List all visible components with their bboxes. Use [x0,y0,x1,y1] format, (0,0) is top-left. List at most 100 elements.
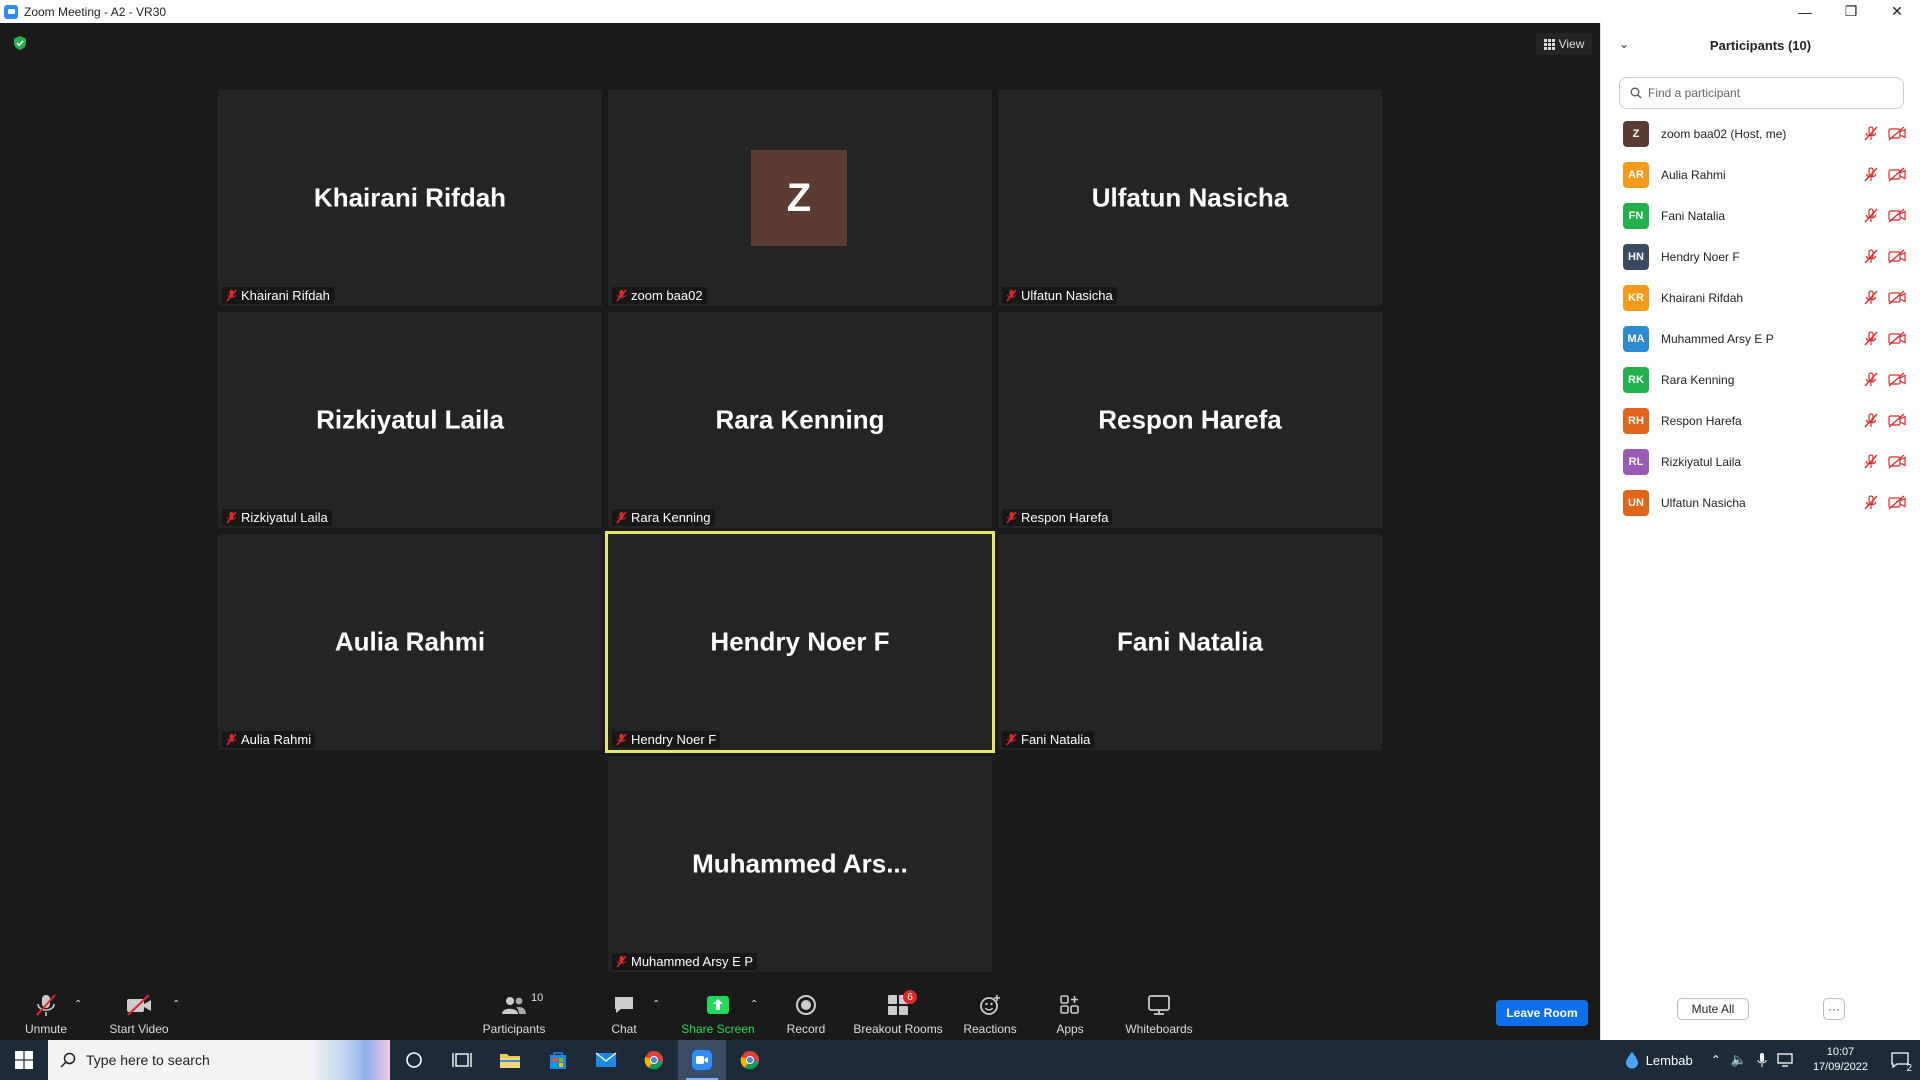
breakout-rooms-button[interactable]: 6 Breakout Rooms [852,985,944,1040]
view-label: View [1558,37,1585,51]
video-off-icon[interactable] [1888,331,1906,346]
participant-search[interactable] [1619,77,1904,109]
leave-room-button[interactable]: Leave Room [1496,1000,1588,1026]
mic-muted-icon[interactable] [1864,126,1878,141]
view-button[interactable]: View [1536,33,1592,55]
participants-button[interactable]: 10 Participants [478,985,550,1040]
restore-icon[interactable]: ❐ [1828,0,1874,23]
video-tile[interactable]: Z zoom baa02 [608,90,992,306]
audio-options-chevron-up-icon[interactable]: ⌃ [74,999,82,1010]
list-item[interactable]: KR Khairani Rifdah [1601,277,1920,318]
mic-muted-icon[interactable] [1864,331,1878,346]
file-explorer-button[interactable] [486,1040,534,1080]
tile-name-label: Aulia Rahmi [222,731,316,748]
avatar: RL [1623,448,1649,475]
video-off-icon[interactable] [1888,495,1906,510]
mute-all-button[interactable]: Mute All [1677,998,1749,1020]
mic-muted-icon[interactable] [1864,249,1878,264]
reactions-smiley-icon [980,995,1000,1015]
participant-name: zoom baa02 (Host, me) [1661,126,1787,141]
more-options-button[interactable]: ··· [1823,998,1845,1020]
chevron-up-icon[interactable]: ⌃ [1711,1053,1721,1067]
network-icon[interactable] [1777,1053,1795,1067]
windows-taskbar: Type here to search Lembab ⌃ 🔈 10:07 17/… [0,1040,1920,1080]
chevron-down-icon[interactable]: ⌄ [1619,37,1629,51]
video-off-icon[interactable] [1888,290,1906,305]
mic-muted-icon[interactable] [1864,290,1878,305]
search-input[interactable] [1648,86,1888,100]
microphone-icon[interactable] [1757,1052,1767,1068]
cortana-button[interactable] [390,1040,438,1080]
volume-icon[interactable]: 🔈 [1731,1052,1747,1068]
video-tile[interactable]: Aulia Rahmi Aulia Rahmi [218,534,602,750]
encryption-shield-icon[interactable] [12,35,28,51]
mail-button[interactable] [582,1040,630,1080]
notification-center-button[interactable]: 2 [1880,1040,1920,1080]
record-button[interactable]: Record [782,985,830,1040]
list-item[interactable]: RL Rizkiyatul Laila [1601,441,1920,482]
list-item[interactable]: AR Aulia Rahmi [1601,154,1920,195]
video-off-icon[interactable] [1888,372,1906,387]
video-options-chevron-up-icon[interactable]: ⌃ [172,999,180,1010]
search-icon [60,1052,76,1068]
reactions-button[interactable]: Reactions [962,985,1018,1040]
chrome-profile-button[interactable] [726,1040,774,1080]
mic-muted-icon[interactable] [1864,413,1878,428]
video-off-icon[interactable] [1888,208,1906,223]
avatar: RK [1623,366,1649,393]
start-button[interactable] [0,1040,48,1080]
microsoft-store-button[interactable] [534,1040,582,1080]
video-tile[interactable]: Rizkiyatul Laila Rizkiyatul Laila [218,312,602,528]
weather-label[interactable]: Lembab [1646,1053,1693,1068]
video-tile[interactable]: Rara Kenning Rara Kenning [608,312,992,528]
whiteboards-button[interactable]: Whiteboards [1118,985,1200,1040]
list-item[interactable]: FN Fani Natalia [1601,195,1920,236]
video-off-icon[interactable] [1888,249,1906,264]
video-tile[interactable]: Muhammed Ars... Muhammed Arsy E P [608,756,992,972]
mic-muted-icon [616,289,627,302]
chrome-button[interactable] [630,1040,678,1080]
video-tile[interactable]: Respon Harefa Respon Harefa [998,312,1382,528]
share-options-chevron-up-icon[interactable]: ⌃ [750,999,758,1010]
list-item[interactable]: HN Hendry Noer F [1601,236,1920,277]
zoom-taskbar-button[interactable] [678,1040,726,1080]
mic-muted-icon[interactable] [1864,454,1878,469]
task-view-button[interactable] [438,1040,486,1080]
avatar: UN [1623,489,1649,516]
mic-muted-icon [36,994,56,1016]
share-screen-button[interactable]: Share Screen [678,985,758,1040]
video-off-icon[interactable] [1888,167,1906,182]
list-item[interactable]: Z zoom baa02 (Host, me) [1601,113,1920,154]
minimize-icon[interactable]: — [1782,0,1828,23]
video-off-icon[interactable] [1888,454,1906,469]
folder-icon [500,1054,520,1068]
weather-droplet-icon[interactable] [1624,1051,1640,1069]
mail-icon [595,1052,617,1067]
close-icon[interactable]: ✕ [1874,0,1920,23]
chrome-icon [644,1051,663,1070]
apps-button[interactable]: Apps [1048,985,1092,1040]
chat-button[interactable]: Chat [604,985,644,1040]
window-titlebar: Zoom Meeting - A2 - VR30 — ❐ ✕ [0,0,1920,23]
taskbar-clock[interactable]: 10:07 17/09/2022 [1813,1045,1868,1075]
mic-muted-icon[interactable] [1864,495,1878,510]
meeting-toolbar: Unmute ⌃ Start Video ⌃ 10 Participants C… [0,985,1600,1040]
video-tile[interactable]: Ulfatun Nasicha Ulfatun Nasicha [998,90,1382,306]
video-tile[interactable]: Fani Natalia Fani Natalia [998,534,1382,750]
list-item[interactable]: MA Muhammed Arsy E P [1601,318,1920,359]
video-off-icon[interactable] [1888,413,1906,428]
video-tile[interactable]: Khairani Rifdah Khairani Rifdah [218,90,602,306]
mic-muted-icon[interactable] [1864,208,1878,223]
mic-muted-icon[interactable] [1864,372,1878,387]
avatar: Z [751,150,847,246]
list-item[interactable]: RK Rara Kenning [1601,359,1920,400]
video-tile-active-speaker[interactable]: Hendry Noer F Hendry Noer F [605,531,995,753]
chat-options-chevron-up-icon[interactable]: ⌃ [652,999,660,1010]
list-item[interactable]: RH Respon Harefa [1601,400,1920,441]
list-item[interactable]: UN Ulfatun Nasicha [1601,482,1920,523]
unmute-button[interactable]: Unmute [18,985,74,1040]
start-video-button[interactable]: Start Video [104,985,174,1040]
video-off-icon[interactable] [1888,126,1906,141]
mic-muted-icon[interactable] [1864,167,1878,182]
taskbar-search[interactable]: Type here to search [48,1040,390,1080]
